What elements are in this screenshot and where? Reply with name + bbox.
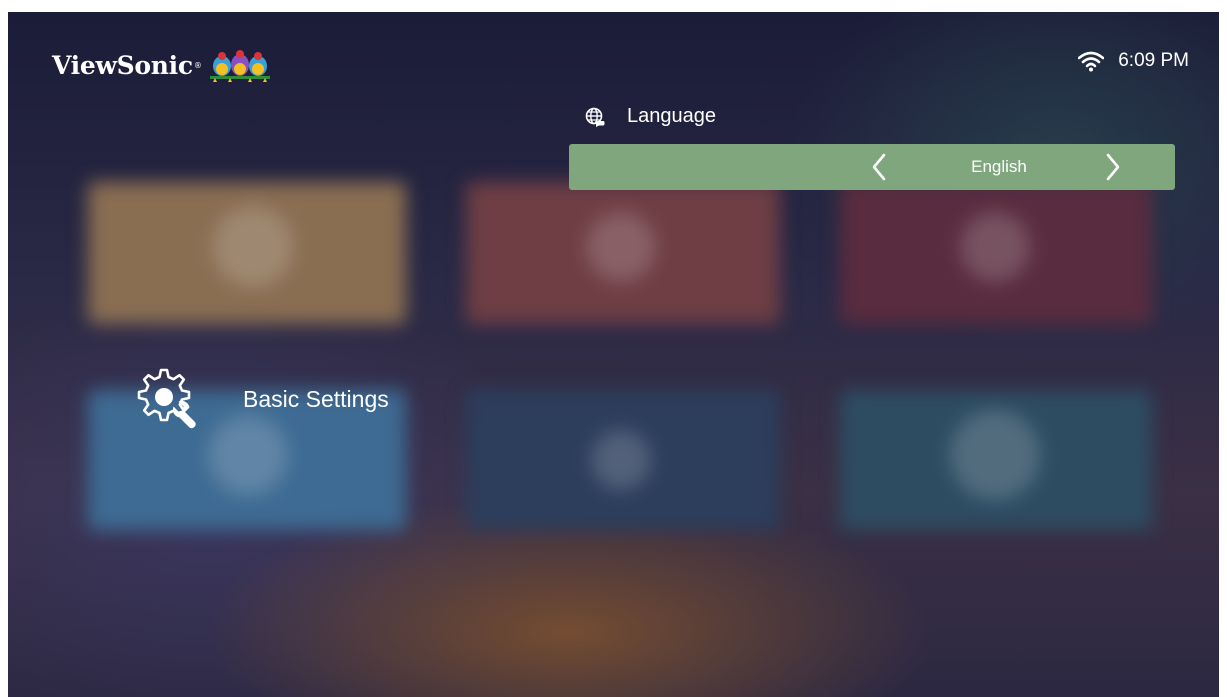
- category-basic-settings: Basic Settings: [135, 366, 389, 432]
- chevron-right-icon[interactable]: [1105, 153, 1121, 181]
- projector-screen: ViewSonic ® 6:09 PM Language English Bas…: [8, 12, 1219, 697]
- brand-name: ViewSonic: [52, 50, 193, 80]
- language-selector[interactable]: English: [569, 144, 1175, 190]
- setting-header: Language: [585, 105, 716, 128]
- birds-logo-icon: [209, 50, 270, 82]
- globe-icon: [585, 107, 605, 127]
- clock: 6:09 PM: [1118, 50, 1189, 71]
- background-tile: [466, 182, 780, 324]
- gear-settings-icon: [137, 368, 196, 429]
- chevron-left-icon[interactable]: [871, 153, 887, 181]
- background-tile: [466, 390, 780, 530]
- status-bar: 6:09 PM: [1078, 50, 1189, 72]
- background-tile: [840, 182, 1152, 324]
- background-tile: [840, 390, 1152, 530]
- setting-title: Language: [627, 105, 716, 127]
- brand-logo: ViewSonic ®: [52, 48, 272, 82]
- brand-registered-mark: ®: [193, 60, 202, 70]
- language-value: English: [971, 157, 1027, 176]
- background-tile: [88, 182, 406, 324]
- category-label: Basic Settings: [243, 385, 389, 412]
- wifi-icon: [1078, 51, 1105, 72]
